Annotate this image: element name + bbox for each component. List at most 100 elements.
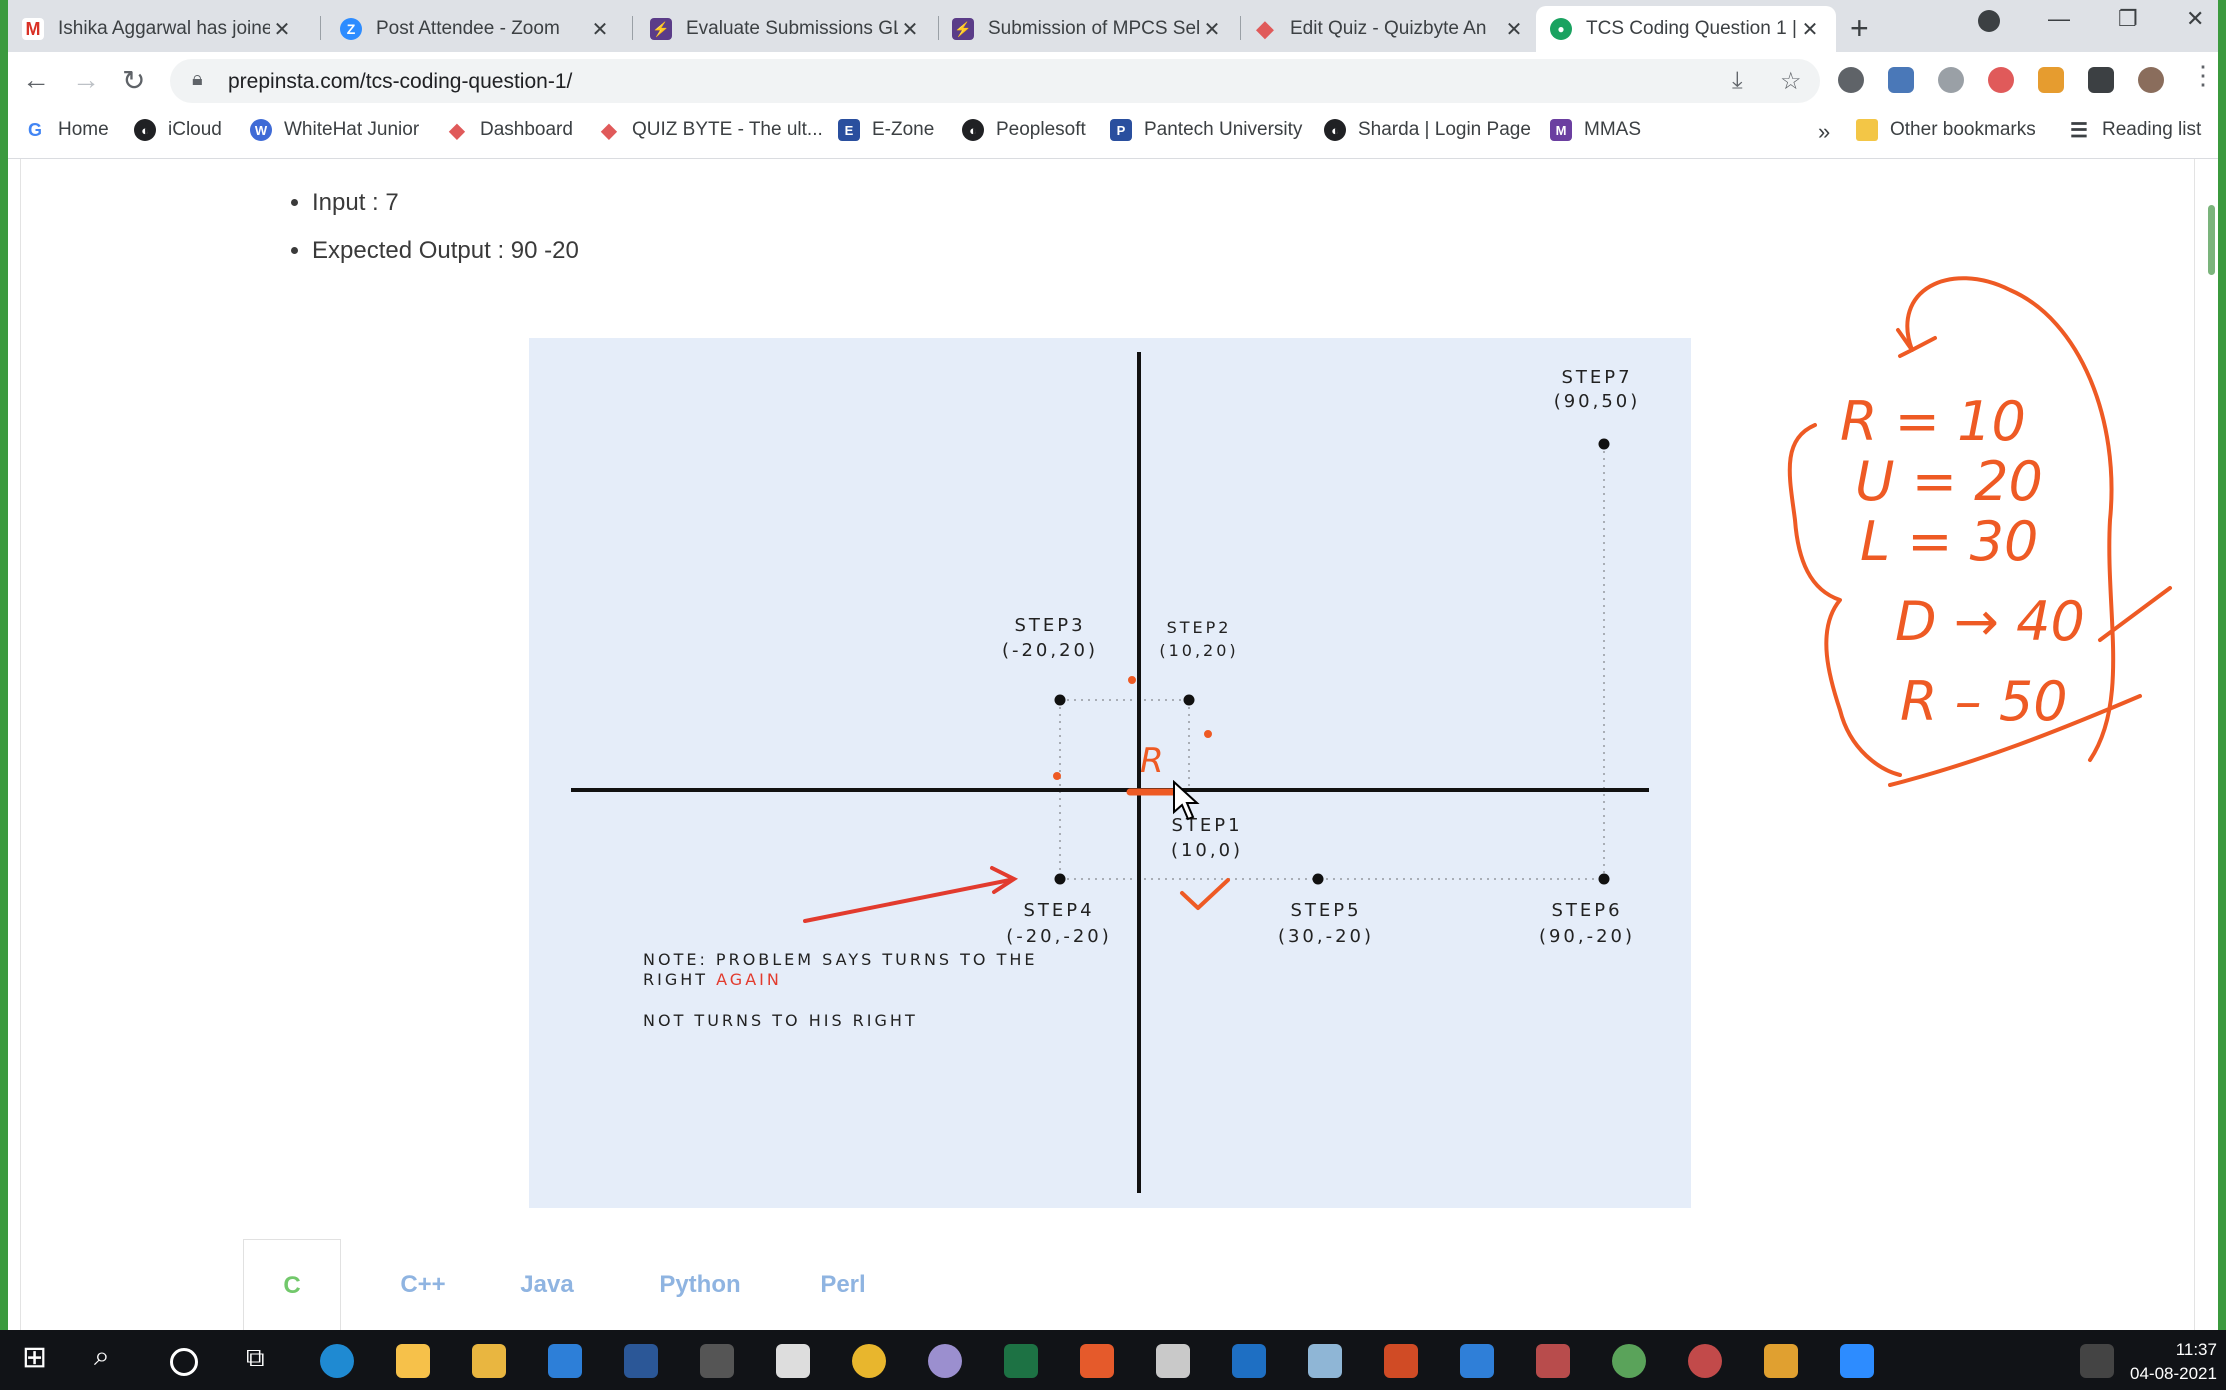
app-icon[interactable] — [1156, 1344, 1190, 1378]
tab-tcs-coding-question[interactable]: ● TCS Coding Question 1 | ✕ — [1536, 6, 1836, 52]
tab-python[interactable]: Python — [625, 1239, 775, 1330]
tab-edit-quiz[interactable]: ◆ Edit Quiz - Quizbyte An ✕ — [1240, 6, 1540, 52]
close-icon[interactable]: ✕ — [588, 17, 612, 42]
store-icon[interactable] — [396, 1344, 430, 1378]
outlook-icon[interactable] — [1232, 1344, 1266, 1378]
tab-title: Submission of MPCS Sel — [988, 18, 1200, 39]
close-icon[interactable]: ✕ — [270, 17, 294, 42]
tab-search-icon[interactable] — [1978, 10, 2000, 32]
windows-start-icon[interactable]: ⊞ — [22, 1340, 56, 1374]
bookmark-sharda[interactable]: ◐ Sharda | Login Page — [1324, 119, 1531, 141]
bookmark-peoplesoft[interactable]: ◐ Peoplesoft — [962, 119, 1086, 141]
more-bookmarks-chevron-icon[interactable]: » — [1818, 119, 1830, 145]
tab-perl[interactable]: Perl — [783, 1239, 903, 1330]
bookmark-label: Other bookmarks — [1890, 119, 2036, 140]
system-clock[interactable]: 11:37 04-08-2021 — [2130, 1338, 2217, 1386]
bookmark-pantech[interactable]: P Pantech University — [1110, 119, 1302, 141]
avatar[interactable] — [2138, 67, 2164, 93]
page-content: Input : 7 Expected Output : 90 -20 — [8, 159, 2218, 1330]
address-bar[interactable]: 🔒︎ prepinsta.com/tcs-coding-question-1/ … — [170, 59, 1820, 103]
clock-date: 04-08-2021 — [2130, 1364, 2217, 1383]
bookmark-ezone[interactable]: E E-Zone — [838, 119, 934, 141]
step5-coord: (30,-20) — [1278, 926, 1374, 947]
tab-evaluate-submissions[interactable]: ⚡ Evaluate Submissions GL ✕ — [636, 6, 936, 52]
install-icon[interactable]: ⤓ — [1732, 67, 1743, 95]
chrome-profile-icon[interactable] — [1612, 1344, 1646, 1378]
step7-coord: (90,50) — [1554, 391, 1641, 412]
bookmark-whitehat[interactable]: W WhiteHat Junior — [250, 119, 419, 141]
zoom-icon[interactable] — [1840, 1344, 1874, 1378]
google-icon: G — [24, 119, 46, 141]
window-close-icon[interactable]: ✕ — [2186, 6, 2204, 32]
chrome-icon[interactable] — [852, 1344, 886, 1378]
step4-coord: (-20,-20) — [1006, 926, 1112, 947]
app-icon[interactable] — [700, 1344, 734, 1378]
excel-icon[interactable] — [1004, 1344, 1038, 1378]
close-icon[interactable]: ✕ — [898, 17, 922, 42]
language-tabs: C C++ Java Python Perl — [243, 1239, 1943, 1330]
browser-window: M Ishika Aggarwal has joine ✕ Z Post Att… — [8, 0, 2218, 1330]
page-scrollbar[interactable] — [2208, 205, 2215, 275]
bookmark-icloud[interactable]: ◐ iCloud — [134, 119, 222, 141]
diagram-background — [529, 338, 1691, 1208]
close-icon[interactable]: ✕ — [1502, 17, 1526, 42]
extension-badge-icon[interactable] — [1988, 67, 2014, 93]
paint-icon[interactable] — [928, 1344, 962, 1378]
file-explorer-icon[interactable] — [472, 1344, 506, 1378]
tab-c[interactable]: C — [243, 1239, 341, 1330]
vscode-icon[interactable] — [1460, 1344, 1494, 1378]
puzzle-icon[interactable] — [2088, 67, 2114, 93]
expected-output-line: Expected Output : 90 -20 — [312, 237, 579, 265]
restore-icon[interactable]: ❐ — [2118, 6, 2138, 32]
task-view-icon[interactable]: ⧉ — [246, 1342, 280, 1376]
powerpoint-icon[interactable] — [1384, 1344, 1418, 1378]
pencil-icon[interactable] — [1764, 1344, 1798, 1378]
cortana-icon[interactable] — [170, 1348, 198, 1376]
edge-icon[interactable] — [320, 1344, 354, 1378]
point-step7 — [1598, 438, 1610, 450]
forward-arrow-icon[interactable]: → — [72, 64, 100, 96]
tab-cpp[interactable]: C++ — [363, 1239, 483, 1330]
bookmark-star-icon[interactable]: ☆ — [1780, 67, 1802, 96]
notepad-icon[interactable] — [776, 1344, 810, 1378]
bookmark-quizbyte[interactable]: ◆ QUIZ BYTE - The ult... — [598, 119, 822, 142]
pen-tray-icon[interactable] — [2080, 1344, 2114, 1378]
bookmark-home[interactable]: G Home — [24, 119, 109, 141]
step7-label: STEP7 — [1561, 367, 1632, 388]
extension-icon[interactable] — [1838, 67, 1864, 93]
mmas-icon: M — [1550, 119, 1572, 141]
app-icon[interactable] — [1308, 1344, 1342, 1378]
globe-icon[interactable] — [1938, 67, 1964, 93]
other-bookmarks[interactable]: Other bookmarks — [1856, 119, 2036, 141]
extension-icon[interactable] — [2038, 67, 2064, 93]
windows-taskbar: ⊞ ⌕ ⧉ 11:37 04-08-2021 — [0, 1330, 2226, 1390]
search-icon[interactable]: ⌕ — [94, 1340, 128, 1374]
close-icon[interactable]: ✕ — [1200, 17, 1224, 42]
back-arrow-icon[interactable]: ← — [22, 64, 50, 96]
bookmarks-bar: G Home ◐ iCloud W WhiteHat Junior ◆ Dashboar… — [8, 110, 2218, 159]
extension-icon[interactable] — [1888, 67, 1914, 93]
url-text[interactable]: prepinsta.com/tcs-coding-question-1/ — [228, 70, 572, 94]
mail-icon[interactable] — [548, 1344, 582, 1378]
chrome-profile-icon[interactable] — [1688, 1344, 1722, 1378]
mouse-cursor-icon — [1173, 780, 1200, 821]
note-line-3: NOT TURNS TO HIS RIGHT — [643, 1011, 918, 1030]
toolbar: ← → ↻ 🔒︎ prepinsta.com/tcs-coding-questi… — [8, 52, 2218, 110]
winrar-icon[interactable] — [1536, 1344, 1570, 1378]
tab-submission-mpcs[interactable]: ⚡ Submission of MPCS Sel ✕ — [938, 6, 1238, 52]
reading-list[interactable]: ☰ Reading list — [2068, 119, 2201, 142]
app-icon[interactable] — [1080, 1344, 1114, 1378]
point-step2 — [1183, 694, 1195, 706]
tab-gmail[interactable]: M Ishika Aggarwal has joine ✕ — [8, 6, 308, 52]
new-tab-plus-icon[interactable]: + — [1850, 10, 1869, 47]
bookmark-dashboard[interactable]: ◆ Dashboard — [446, 119, 573, 142]
bookmark-mmas[interactable]: M MMAS — [1550, 119, 1641, 141]
more-menu-icon[interactable]: ⋮ — [2190, 60, 2216, 91]
step3-label: STEP3 — [1014, 615, 1085, 636]
tab-java[interactable]: Java — [487, 1239, 607, 1330]
word-icon[interactable] — [624, 1344, 658, 1378]
close-icon[interactable]: ✕ — [1798, 17, 1822, 42]
minimize-icon[interactable]: — — [2048, 6, 2070, 32]
reload-icon[interactable]: ↻ — [122, 64, 145, 97]
tab-zoom[interactable]: Z Post Attendee - Zoom ✕ — [326, 6, 626, 52]
